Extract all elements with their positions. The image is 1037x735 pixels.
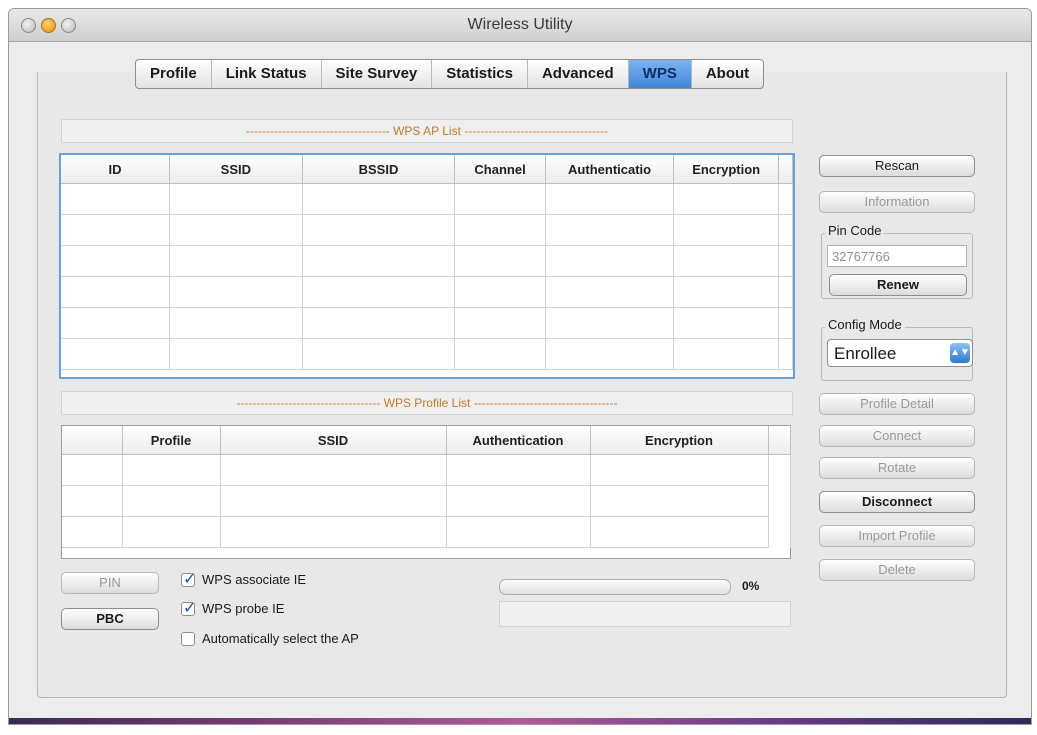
col-header-encryption[interactable]: Encryption bbox=[590, 426, 769, 455]
table-row[interactable] bbox=[62, 454, 791, 486]
table-row[interactable] bbox=[62, 485, 791, 517]
table-row[interactable] bbox=[62, 516, 791, 548]
ap-list-title: WPS AP List bbox=[393, 124, 461, 138]
col-header-profile[interactable]: Profile bbox=[122, 426, 221, 455]
config-mode-select[interactable]: Enrollee ▲▼ bbox=[827, 339, 973, 367]
table-row[interactable] bbox=[61, 307, 794, 339]
pin-code-field[interactable]: 32767766 bbox=[827, 245, 967, 267]
title-bar: Wireless Utility bbox=[9, 9, 1031, 42]
delete-button[interactable]: Delete bbox=[819, 559, 975, 581]
pbc-button[interactable]: PBC bbox=[61, 608, 159, 630]
renew-button[interactable]: Renew bbox=[829, 274, 967, 296]
profile-list-dashes-right: ------------------------------------ bbox=[473, 396, 618, 410]
col-header-spacer bbox=[768, 426, 791, 455]
wps-probe-ie-option[interactable]: ✓ WPS probe IE bbox=[181, 600, 285, 617]
auto-select-label: Automatically select the AP bbox=[202, 631, 359, 646]
rotate-button[interactable]: Rotate bbox=[819, 457, 975, 479]
pin-button[interactable]: PIN bbox=[61, 572, 159, 594]
col-header-authentication[interactable]: Authenticatio bbox=[545, 155, 675, 184]
information-button[interactable]: Information bbox=[819, 191, 975, 213]
progress-percent: 0% bbox=[742, 579, 760, 593]
col-header-spacer bbox=[778, 155, 794, 184]
config-mode-label: Config Mode bbox=[825, 317, 905, 332]
col-header-channel[interactable]: Channel bbox=[454, 155, 546, 184]
auto-select-ap-option[interactable]: Automatically select the AP bbox=[181, 631, 359, 646]
col-header-ssid[interactable]: SSID bbox=[169, 155, 303, 184]
col-header-id[interactable]: ID bbox=[61, 155, 171, 184]
tab-statistics[interactable]: Statistics bbox=[432, 60, 528, 88]
tab-link-status[interactable]: Link Status bbox=[212, 60, 322, 88]
tab-about[interactable]: About bbox=[692, 60, 763, 88]
wps-ap-list-header: ------------------------------------ WPS… bbox=[61, 119, 793, 143]
tab-bar: Profile Link Status Site Survey Statisti… bbox=[135, 59, 765, 89]
ap-table-header-row: ID SSID BSSID Channel Authenticatio Encr… bbox=[61, 155, 794, 184]
tab-site-survey[interactable]: Site Survey bbox=[322, 60, 433, 88]
col-header-encryption[interactable]: Encryption bbox=[673, 155, 779, 184]
wps-associate-ie-option[interactable]: ✓ WPS associate IE bbox=[181, 571, 307, 588]
col-header-blank[interactable] bbox=[62, 426, 123, 455]
table-row[interactable] bbox=[61, 276, 794, 308]
profile-list-title: WPS Profile List bbox=[383, 396, 471, 410]
window-title: Wireless Utility bbox=[467, 16, 573, 33]
pin-code-label: Pin Code bbox=[825, 223, 885, 238]
wps-status-field bbox=[499, 601, 791, 627]
table-row[interactable] bbox=[61, 214, 794, 246]
dropdown-arrow-icon[interactable]: ▲▼ bbox=[950, 343, 970, 363]
ap-list-dashes-right: ------------------------------------ bbox=[464, 124, 609, 138]
col-header-authentication[interactable]: Authentication bbox=[446, 426, 591, 455]
connect-button[interactable]: Connect bbox=[819, 425, 975, 447]
wps-profile-grid: Profile SSID Authentication Encryption bbox=[62, 426, 791, 548]
wps-ap-grid: ID SSID BSSID Channel Authenticatio Encr… bbox=[61, 155, 794, 370]
auto-select-checkbox[interactable] bbox=[181, 631, 195, 646]
wps-ap-table[interactable]: ID SSID BSSID Channel Authenticatio Encr… bbox=[59, 153, 795, 379]
profile-list-dashes-left: ------------------------------------ bbox=[236, 396, 381, 410]
ap-list-dashes-left: ------------------------------------ bbox=[245, 124, 390, 138]
col-header-bssid[interactable]: BSSID bbox=[302, 155, 456, 184]
table-row[interactable] bbox=[61, 245, 794, 277]
wps-progress-bar bbox=[499, 579, 731, 595]
associate-ie-checkbox[interactable]: ✓ bbox=[181, 571, 196, 588]
probe-ie-checkbox[interactable]: ✓ bbox=[181, 600, 196, 617]
probe-ie-label: WPS probe IE bbox=[202, 601, 285, 616]
profile-detail-button[interactable]: Profile Detail bbox=[819, 393, 975, 415]
profile-table-header-row: Profile SSID Authentication Encryption bbox=[62, 426, 791, 455]
wireless-utility-window: Wireless Utility Profile Link Status Sit… bbox=[8, 8, 1032, 725]
checkmark-icon: ✓ bbox=[183, 599, 197, 617]
wps-profile-list-header: ------------------------------------ WPS… bbox=[61, 391, 793, 415]
col-header-ssid[interactable]: SSID bbox=[220, 426, 447, 455]
tab-wps[interactable]: WPS bbox=[628, 60, 692, 88]
import-profile-button[interactable]: Import Profile bbox=[819, 525, 975, 547]
tab-advanced[interactable]: Advanced bbox=[528, 60, 629, 88]
rescan-button[interactable]: Rescan bbox=[819, 155, 975, 177]
tab-profile[interactable]: Profile bbox=[136, 60, 212, 88]
table-row[interactable] bbox=[61, 338, 794, 370]
table-row[interactable] bbox=[61, 183, 794, 215]
associate-ie-label: WPS associate IE bbox=[202, 572, 307, 587]
checkmark-icon: ✓ bbox=[183, 570, 197, 588]
disconnect-button[interactable]: Disconnect bbox=[819, 491, 975, 513]
desktop-background-strip bbox=[9, 718, 1031, 724]
config-mode-value: Enrollee bbox=[834, 344, 897, 363]
wps-profile-table[interactable]: Profile SSID Authentication Encryption bbox=[61, 425, 791, 559]
